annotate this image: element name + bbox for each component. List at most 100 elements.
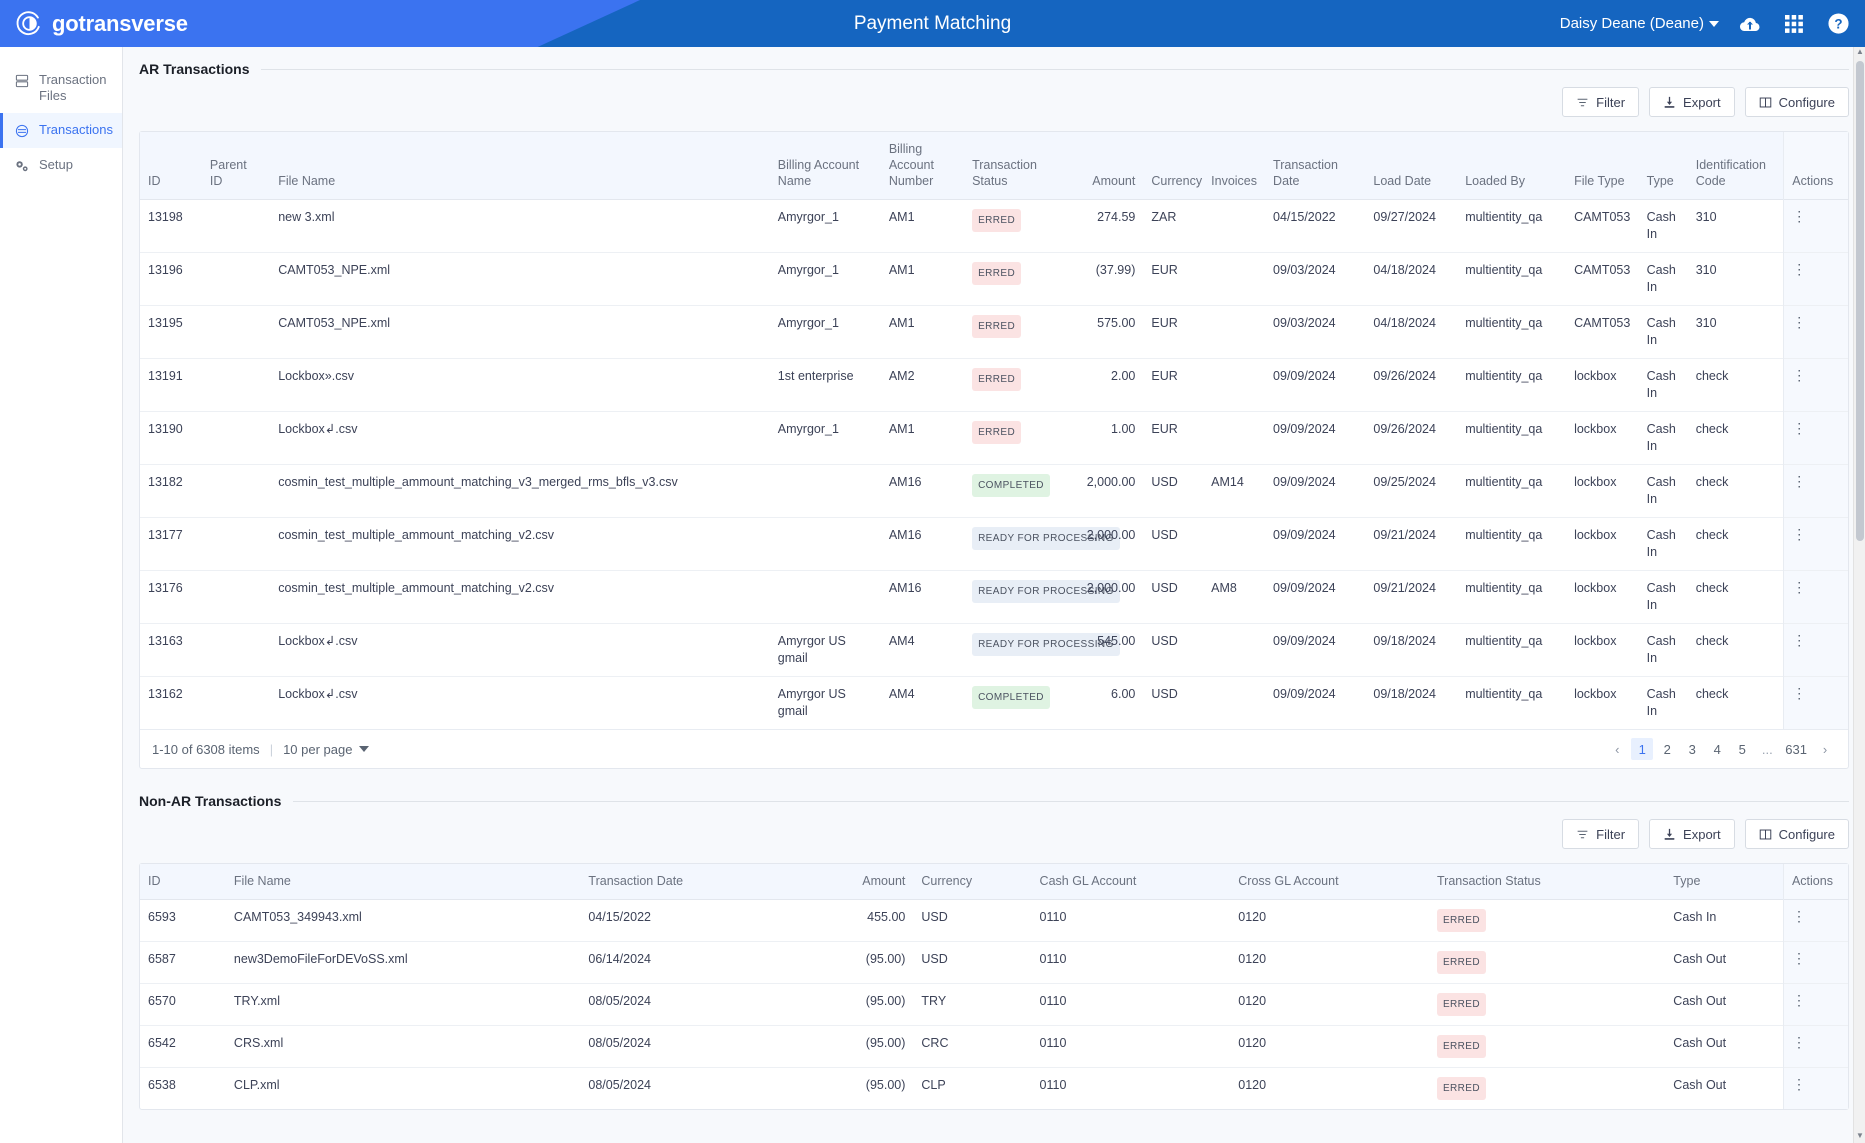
nonar-col-currency[interactable]: Currency <box>913 864 1032 900</box>
cell-cross-gl: 0120 <box>1230 1025 1429 1068</box>
table-row[interactable]: 13195 CAMT053_NPE.xml Amyrgor_1 AM1 ERRED 575… <box>140 305 1848 359</box>
ar-configure-button[interactable]: Configure <box>1744 87 1849 117</box>
ar-col-parent-id[interactable]: Parent ID <box>201 132 271 200</box>
ar-col-load-date[interactable]: Load Date <box>1365 132 1458 200</box>
sidebar-item-setup[interactable]: Setup <box>0 148 122 183</box>
ar-col-type[interactable]: Type <box>1638 132 1688 200</box>
pager-page[interactable]: 631 <box>1781 738 1811 760</box>
scroll-up-arrow[interactable]: ▲ <box>1854 47 1865 59</box>
ar-col-id[interactable]: ID <box>140 132 202 200</box>
pager-page[interactable]: 5 <box>1731 738 1753 760</box>
pager-page[interactable]: 4 <box>1706 738 1728 760</box>
apps-grid-icon[interactable] <box>1781 11 1807 37</box>
row-actions-kebab-icon[interactable]: ⋮ <box>1792 208 1806 224</box>
ar-col-billing-account-name[interactable]: Billing Account Name <box>769 132 881 200</box>
row-actions-kebab-icon[interactable]: ⋮ <box>1792 950 1806 966</box>
cell-status: ERRED <box>964 305 1061 359</box>
ar-col-invoices[interactable]: Invoices <box>1203 132 1266 200</box>
pager-next[interactable]: › <box>1814 738 1836 760</box>
pager-page[interactable]: 3 <box>1681 738 1703 760</box>
cell-account-name <box>769 570 881 624</box>
ar-col-currency[interactable]: Currency <box>1143 132 1204 200</box>
cell-amount: 575.00 <box>1060 305 1144 359</box>
table-row[interactable]: 6542 CRS.xml 08/05/2024 (95.00) CRC 0110 0120 E… <box>140 1025 1848 1068</box>
table-row[interactable]: 13177 cosmin_test_multiple_ammount_matchi… <box>140 517 1848 571</box>
table-row[interactable]: 13182 cosmin_test_multiple_ammount_matchi… <box>140 464 1848 518</box>
sidebar-item-transactions[interactable]: Transactions <box>0 113 122 148</box>
table-row[interactable]: 13163 Lockbox↲.csv Amyrgor US gmail AM4 READ… <box>140 623 1848 677</box>
cell-identification-code: 310 <box>1687 199 1784 253</box>
row-actions-kebab-icon[interactable]: ⋮ <box>1792 367 1806 383</box>
table-row[interactable]: 13196 CAMT053_NPE.xml Amyrgor_1 AM1 ERRED (37… <box>140 252 1848 306</box>
nonar-col-cross-gl-account[interactable]: Cross GL Account <box>1230 864 1429 900</box>
table-row[interactable]: 6593 CAMT053_349943.xml 04/15/2022 455.00 US… <box>140 899 1848 942</box>
ar-col-file-name[interactable]: File Name <box>270 132 770 200</box>
row-actions-kebab-icon[interactable]: ⋮ <box>1792 420 1806 436</box>
cell-id: 6593 <box>140 899 226 942</box>
row-actions-kebab-icon[interactable]: ⋮ <box>1792 992 1806 1008</box>
nonar-col-id[interactable]: ID <box>140 864 226 900</box>
page-vertical-scrollbar[interactable]: ▲ ▼ <box>1853 47 1865 1143</box>
cloud-upload-icon[interactable] <box>1737 11 1763 37</box>
cell-account-name: Amyrgor US gmail <box>769 623 881 677</box>
nonar-configure-button[interactable]: Configure <box>1744 819 1849 849</box>
table-row[interactable]: 13190 Lockbox↲.csv Amyrgor_1 AM1 ERRED 1.00 EU… <box>140 411 1848 465</box>
ar-col-billing-account-number[interactable]: Billing Account Number <box>880 132 965 200</box>
cell-loaded-by: multientity_qa <box>1457 464 1567 518</box>
ar-col-identification-code[interactable]: Identification Code <box>1687 132 1784 200</box>
row-actions-kebab-icon[interactable]: ⋮ <box>1792 685 1806 701</box>
table-row[interactable]: 13198 new 3.xml Amyrgor_1 AM1 ERRED 274.59 ZAR… <box>140 199 1848 253</box>
ar-col-loaded-by[interactable]: Loaded By <box>1457 132 1567 200</box>
sidebar-item-transaction-files[interactable]: Transaction Files <box>0 63 122 113</box>
cell-account-number: AM16 <box>880 517 965 571</box>
cell-load-date: 04/18/2024 <box>1365 305 1458 359</box>
cell-invoices <box>1203 411 1266 465</box>
cell-currency: CLP <box>913 1067 1032 1109</box>
nonar-filter-button[interactable]: Filter <box>1562 819 1640 849</box>
ar-col-amount[interactable]: Amount <box>1060 132 1144 200</box>
pager-prev[interactable]: ‹ <box>1606 738 1628 760</box>
ar-transactions-table: ID Parent ID File Name Billing Account N… <box>140 132 1848 729</box>
row-actions-kebab-icon[interactable]: ⋮ <box>1792 1034 1806 1050</box>
row-actions-kebab-icon[interactable]: ⋮ <box>1792 314 1806 330</box>
row-actions-kebab-icon[interactable]: ⋮ <box>1792 579 1806 595</box>
row-actions-kebab-icon[interactable]: ⋮ <box>1792 632 1806 648</box>
row-actions-kebab-icon[interactable]: ⋮ <box>1792 473 1806 489</box>
table-row[interactable]: 6587 new3DemoFileForDEVoSS.xml 06/14/2024(… <box>140 941 1848 984</box>
ar-export-button[interactable]: Export <box>1649 87 1735 117</box>
row-actions-kebab-icon[interactable]: ⋮ <box>1792 526 1806 542</box>
ar-col-transaction-date[interactable]: Transaction Date <box>1265 132 1366 200</box>
ar-col-actions: Actions <box>1783 132 1848 200</box>
pager-page[interactable]: 2 <box>1656 738 1678 760</box>
cell-currency: ZAR <box>1143 199 1204 253</box>
ar-per-page-select[interactable]: 10 per page <box>283 742 370 757</box>
nonar-col-amount[interactable]: Amount <box>784 864 914 900</box>
table-row[interactable]: 6538 CLP.xml 08/05/2024 (95.00) CLP 0110 0120 E… <box>140 1067 1848 1109</box>
nonar-col-type[interactable]: Type <box>1665 864 1784 900</box>
scrollbar-thumb[interactable] <box>1856 61 1864 541</box>
cell-load-date: 04/18/2024 <box>1365 252 1458 306</box>
pager-page[interactable]: 1 <box>1631 738 1654 760</box>
table-row[interactable]: 6570 TRY.xml 08/05/2024 (95.00) TRY 0110 0120 E… <box>140 983 1848 1026</box>
nonar-col-transaction-status[interactable]: Transaction Status <box>1428 864 1666 900</box>
table-row[interactable]: 13176 cosmin_test_multiple_ammount_matchi… <box>140 570 1848 624</box>
user-menu[interactable]: Daisy Deane (Deane) <box>1560 15 1719 32</box>
ar-col-file-type[interactable]: File Type <box>1566 132 1639 200</box>
row-actions-kebab-icon[interactable]: ⋮ <box>1792 261 1806 277</box>
table-row[interactable]: 13162 Lockbox↲.csv Amyrgor US gmail AM4 COMP… <box>140 676 1848 729</box>
cell-type: Cash In <box>1638 623 1688 677</box>
help-circle-icon[interactable]: ? <box>1825 11 1851 37</box>
row-actions-kebab-icon[interactable]: ⋮ <box>1792 1076 1806 1092</box>
nonar-export-button[interactable]: Export <box>1649 819 1735 849</box>
nonar-col-cash-gl-account[interactable]: Cash GL Account <box>1031 864 1231 900</box>
row-actions-cell: ⋮ <box>1782 1067 1848 1109</box>
ar-col-transaction-status[interactable]: Transaction Status <box>964 132 1061 200</box>
table-row[interactable]: 13191 Lockbox».csv 1st enterprise AM2 ERRED 2… <box>140 358 1848 412</box>
ar-filter-button[interactable]: Filter <box>1562 87 1640 117</box>
nonar-col-file-name[interactable]: File Name <box>225 864 581 900</box>
brand[interactable]: gotransverse <box>0 10 188 37</box>
ar-table-head: ID Parent ID File Name Billing Account N… <box>140 132 1848 200</box>
row-actions-kebab-icon[interactable]: ⋮ <box>1792 908 1806 924</box>
nonar-col-transaction-date[interactable]: Transaction Date <box>580 864 785 900</box>
scroll-down-arrow[interactable]: ▼ <box>1854 1131 1865 1143</box>
